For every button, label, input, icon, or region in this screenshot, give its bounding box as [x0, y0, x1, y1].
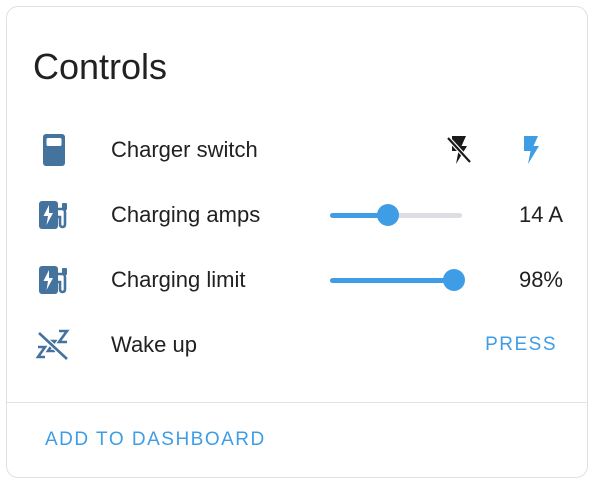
entity-row-charging-amps: Charging amps 14 A — [7, 190, 587, 240]
press-button[interactable]: PRESS — [485, 333, 557, 357]
card-divider — [7, 402, 587, 403]
charging-limit-value: 98% — [518, 267, 563, 292]
row-label: Wake up — [111, 332, 198, 357]
slider-thumb[interactable] — [443, 269, 466, 291]
row-label: Charging amps — [111, 202, 261, 227]
entity-row-charging-limit: Charging limit 98% — [7, 255, 587, 305]
row-label: Charger switch — [111, 137, 258, 162]
sleep-off-icon[interactable] — [35, 327, 71, 363]
ev-station-icon[interactable] — [35, 197, 71, 233]
charging-limit-slider[interactable] — [330, 267, 466, 293]
ev-station-icon[interactable] — [35, 262, 71, 298]
flash-icon — [524, 136, 539, 164]
ev-charger-station-icon[interactable] — [35, 132, 71, 168]
slider-thumb[interactable] — [377, 204, 400, 226]
entity-row-wake-up: Wake up PRESS — [7, 320, 587, 370]
entity-row-charger-switch: Charger switch — [7, 125, 587, 175]
flash-off-button[interactable] — [441, 132, 477, 168]
flash-on-button[interactable] — [513, 132, 549, 168]
charging-amps-value: 14 A — [518, 202, 563, 227]
charging-amps-slider[interactable] — [330, 202, 462, 228]
flash-off-icon — [446, 136, 472, 164]
controls-card: Controls Charger switch Charging amps 14… — [6, 6, 588, 478]
slider-fill — [330, 278, 455, 283]
card-title: Controls — [33, 46, 168, 87]
add-to-dashboard-button[interactable]: ADD TO DASHBOARD — [45, 428, 266, 452]
row-label: Charging limit — [111, 267, 246, 292]
